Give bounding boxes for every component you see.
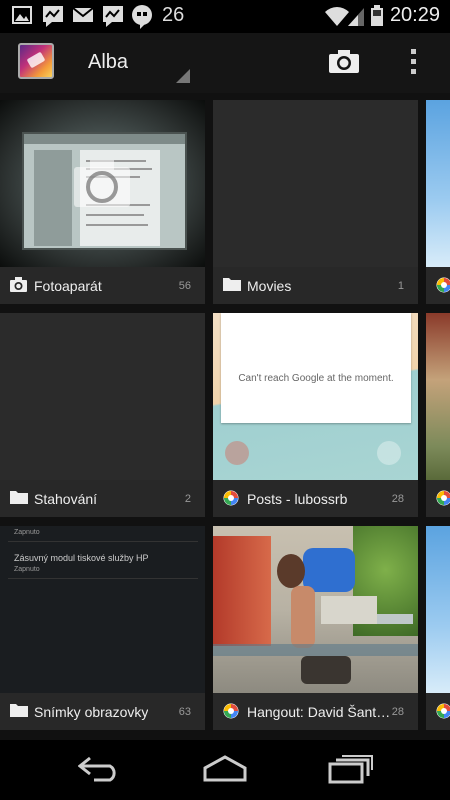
album-tile[interactable] <box>426 526 450 730</box>
album-name: Hangout: David Šantor… <box>247 704 397 720</box>
album-tile[interactable]: Stahování 2 <box>0 313 205 517</box>
album-label-bar: Snímky obrazovky 63 <box>0 693 205 730</box>
camera-icon <box>10 277 27 292</box>
folder-icon <box>10 491 28 504</box>
album-view-spinner[interactable]: Alba <box>88 51 128 74</box>
signal-icon <box>348 8 364 26</box>
picasa-icon <box>223 490 239 506</box>
picasa-icon <box>436 277 450 293</box>
album-label-bar: Stahování 2 <box>0 480 205 517</box>
folder-icon <box>10 704 28 717</box>
album-thumbnail <box>426 526 450 693</box>
album-count: 63 <box>178 706 191 718</box>
camera-placeholder-icon <box>74 160 130 207</box>
status-bar: 26 20:29 <box>0 0 450 33</box>
album-thumbnail <box>213 526 418 693</box>
album-label-bar: Fotoaparát 56 <box>0 267 205 304</box>
action-bar: Alba <box>0 33 450 93</box>
preview-text: Zapnuto <box>14 529 40 536</box>
preview-text: Zapnuto <box>14 566 40 573</box>
album-tile[interactable]: Movies 1 <box>213 100 418 304</box>
album-tile[interactable] <box>426 313 450 517</box>
navigation-bar <box>0 740 450 800</box>
overflow-menu-icon[interactable] <box>404 47 424 77</box>
hangouts-icon <box>103 6 123 27</box>
folder-icon <box>223 278 241 291</box>
picasa-icon <box>223 703 239 719</box>
recents-icon[interactable] <box>328 754 374 784</box>
picasa-icon <box>436 703 450 719</box>
album-label-bar: Hangout: David Šantor… 28 <box>213 693 418 730</box>
album-thumbnail <box>213 100 418 267</box>
picasa-icon <box>436 490 450 506</box>
album-label-bar: Posts - lubossrb 28 <box>213 480 418 517</box>
hangouts-icon <box>43 6 63 27</box>
gmail-icon <box>72 7 94 22</box>
spinner-indicator-icon <box>176 69 190 83</box>
album-tile[interactable]: Hangout: David Šantor… 28 <box>213 526 418 730</box>
album-label-bar <box>426 693 450 730</box>
album-label-bar <box>426 267 450 304</box>
quote-icon <box>132 5 152 29</box>
picasa-faint-icon <box>225 441 249 465</box>
battery-icon <box>371 5 383 26</box>
album-name: Stahování <box>34 491 98 507</box>
album-thumbnail: Can't reach Google at the moment. <box>213 313 418 480</box>
notification-count: 26 <box>162 4 185 26</box>
album-name: Posts - lubossrb <box>247 491 348 507</box>
album-thumbnail <box>426 100 450 267</box>
album-tile[interactable]: Fotoaparát 56 <box>0 100 205 304</box>
album-thumbnail <box>0 100 205 267</box>
album-thumbnail <box>426 313 450 480</box>
album-grid: Fotoaparát 56 Movies 1 Stahování 2 Can't… <box>0 93 450 740</box>
error-message: Can't reach Google at the moment. <box>238 373 394 384</box>
album-thumbnail: Zapnuto Zásuvný modul tiskové služby HP … <box>0 526 205 693</box>
album-count: 1 <box>397 280 404 292</box>
album-name: Fotoaparát <box>34 278 102 294</box>
gallery-icon <box>12 6 32 24</box>
album-tile[interactable]: Can't reach Google at the moment. Posts … <box>213 313 418 517</box>
back-icon[interactable] <box>78 754 122 784</box>
album-count: 28 <box>391 493 404 505</box>
album-thumbnail <box>0 313 205 480</box>
album-name: Movies <box>247 278 292 294</box>
album-count: 28 <box>391 706 404 718</box>
camera-icon[interactable] <box>328 48 360 74</box>
preview-text: Zásuvný modul tiskové služby HP <box>14 553 149 563</box>
album-name: Snímky obrazovky <box>34 704 149 720</box>
gallery-app-icon[interactable] <box>18 43 54 79</box>
album-label-bar: Movies 1 <box>213 267 418 304</box>
album-tile[interactable]: Zapnuto Zásuvný modul tiskové služby HP … <box>0 526 205 730</box>
clock: 20:29 <box>389 4 440 26</box>
album-count: 56 <box>178 280 191 292</box>
album-count: 2 <box>184 493 191 505</box>
picasa-faint-icon <box>377 441 401 465</box>
album-label-bar <box>426 480 450 517</box>
home-icon[interactable] <box>202 754 248 784</box>
album-tile[interactable] <box>426 100 450 304</box>
